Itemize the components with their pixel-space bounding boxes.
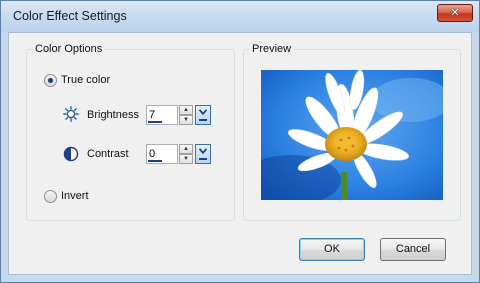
brightness-spinner[interactable]: ▲ ▼ xyxy=(179,105,193,125)
brightness-increment-button[interactable]: ▲ xyxy=(179,105,193,115)
true-color-radio[interactable] xyxy=(44,74,57,87)
brightness-dropdown-button[interactable] xyxy=(195,105,211,125)
brightness-input-underline xyxy=(148,121,162,123)
chevron-down-icon xyxy=(199,148,207,154)
title-bar[interactable]: Color Effect Settings ✕ xyxy=(1,1,479,32)
contrast-dropdown-button[interactable] xyxy=(195,144,211,164)
close-button[interactable]: ✕ xyxy=(437,4,473,22)
invert-radio[interactable] xyxy=(44,190,57,203)
color-options-legend: Color Options xyxy=(32,43,106,56)
brightness-decrement-button[interactable]: ▼ xyxy=(179,115,193,125)
contrast-decrement-button[interactable]: ▼ xyxy=(179,154,193,164)
preview-legend: Preview xyxy=(249,43,295,56)
brightness-value: 7 xyxy=(149,109,156,121)
contrast-input-underline xyxy=(148,160,162,162)
brightness-input[interactable]: 7 xyxy=(146,105,178,125)
contrast-increment-button[interactable]: ▲ xyxy=(179,144,193,154)
preview-image xyxy=(261,70,443,200)
contrast-value: 0 xyxy=(149,148,156,160)
sun-icon xyxy=(63,106,79,122)
brightness-label: Brightness xyxy=(87,109,139,121)
window-title: Color Effect Settings xyxy=(13,9,127,23)
contrast-label: Contrast xyxy=(87,148,129,160)
contrast-icon xyxy=(63,146,79,162)
contrast-input[interactable]: 0 xyxy=(146,144,178,164)
true-color-label[interactable]: True color xyxy=(61,74,110,87)
chevron-down-icon xyxy=(199,109,207,115)
ok-button[interactable]: OK xyxy=(299,238,365,261)
preview-group: Preview xyxy=(243,43,461,221)
invert-label[interactable]: Invert xyxy=(61,190,89,203)
dialog-window: Color Effect Settings ✕ Color Options Tr… xyxy=(0,0,480,283)
close-icon: ✕ xyxy=(450,7,460,19)
contrast-spinner[interactable]: ▲ ▼ xyxy=(179,144,193,164)
dropdown-bar-icon xyxy=(199,119,207,121)
dropdown-bar-icon xyxy=(199,158,207,160)
cancel-button[interactable]: Cancel xyxy=(380,238,446,261)
dialog-client-area: Color Options True color Brightness 7 ▲ … xyxy=(8,32,472,275)
color-options-group: Color Options True color Brightness 7 ▲ … xyxy=(26,43,235,221)
daisy-flower-image xyxy=(261,70,443,200)
